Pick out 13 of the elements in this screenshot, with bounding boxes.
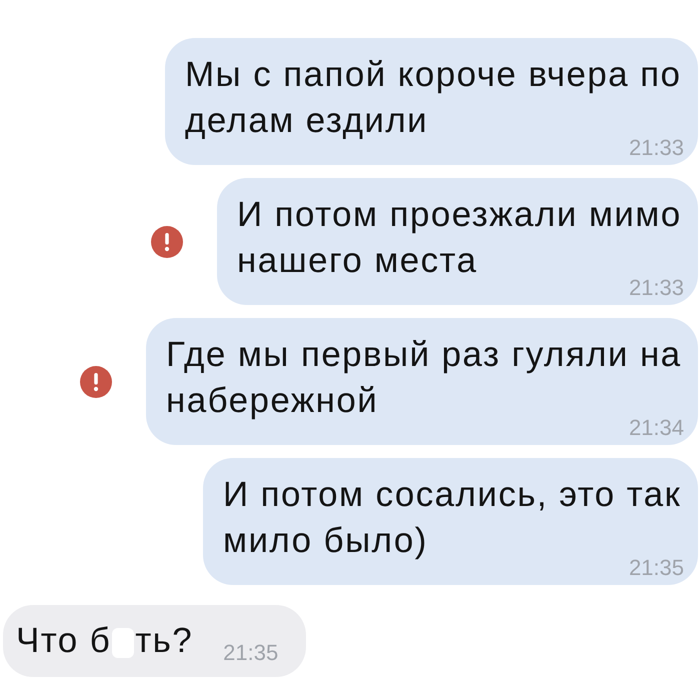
error-icon[interactable]: [80, 366, 112, 398]
message-time: 21:33: [628, 279, 684, 297]
message-text: Что б: [16, 621, 112, 660]
message-time: 21:34: [628, 419, 684, 437]
message-time: 21:35: [628, 559, 684, 577]
message-text: И потом сосались, это так мило было): [223, 474, 682, 560]
message-text: И потом проезжали мимо нашего места: [237, 194, 682, 280]
message-text: Мы с папой короче вчера по делам ездили: [185, 54, 682, 140]
error-icon[interactable]: [151, 226, 183, 258]
message-text: Где мы первый раз гуляли на набережной: [166, 334, 682, 420]
message-time: 21:35: [223, 644, 278, 662]
message-text: ть?: [135, 621, 194, 660]
message-time: 21:33: [628, 139, 684, 157]
